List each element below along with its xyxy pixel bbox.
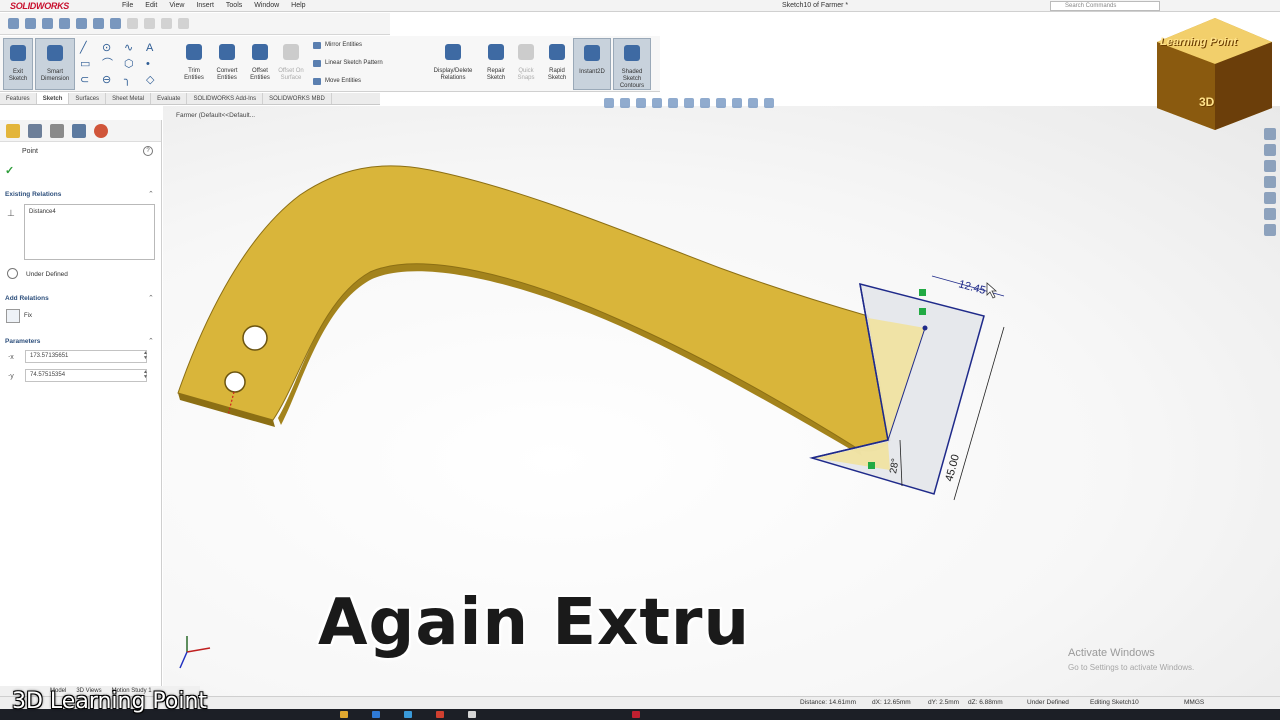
relation-marker[interactable]	[868, 462, 875, 469]
relation-marker[interactable]	[919, 308, 926, 315]
solidworks-taskbar-icon[interactable]	[436, 711, 444, 718]
learning-point-logo	[1157, 18, 1272, 130]
store-icon[interactable]	[404, 711, 412, 718]
watermark-title: Learning Point	[1160, 36, 1237, 48]
sketch-point[interactable]	[922, 325, 928, 331]
triad-x-axis	[186, 647, 211, 653]
status-dz: dZ: 6.88mm	[968, 699, 1003, 706]
dimension-length[interactable]: 45.00	[943, 453, 962, 483]
dimension-top[interactable]: 12.45	[957, 278, 987, 297]
status-editing: Editing Sketch10	[1090, 699, 1139, 706]
solidworks-window: SOLIDWORKS File Edit View Insert Tools W…	[0, 0, 1280, 720]
activate-windows-title: Activate Windows	[1068, 647, 1155, 659]
video-caption: Again Extru	[318, 586, 751, 660]
status-distance: Distance: 14.61mm	[800, 699, 856, 706]
relation-marker[interactable]	[919, 289, 926, 296]
mounting-hole	[224, 371, 246, 393]
recorder-icon[interactable]	[632, 711, 640, 718]
status-dy: dY: 2.5mm	[928, 699, 960, 706]
cursor-icon	[986, 282, 998, 299]
triad-z-axis	[179, 651, 188, 669]
activate-windows-subtitle: Go to Settings to activate Windows.	[1068, 663, 1195, 672]
status-units[interactable]: MMGS	[1184, 699, 1204, 706]
status-definition: Under Defined	[1027, 699, 1069, 706]
mounting-hole	[242, 325, 268, 351]
status-dx: dX: 12.65mm	[872, 699, 911, 706]
browser-icon[interactable]	[372, 711, 380, 718]
app-icon[interactable]	[468, 711, 476, 718]
channel-brand: 3D Learning Point	[12, 689, 208, 714]
watermark-3d: 3D	[1199, 95, 1215, 109]
file-explorer-icon[interactable]	[340, 711, 348, 718]
